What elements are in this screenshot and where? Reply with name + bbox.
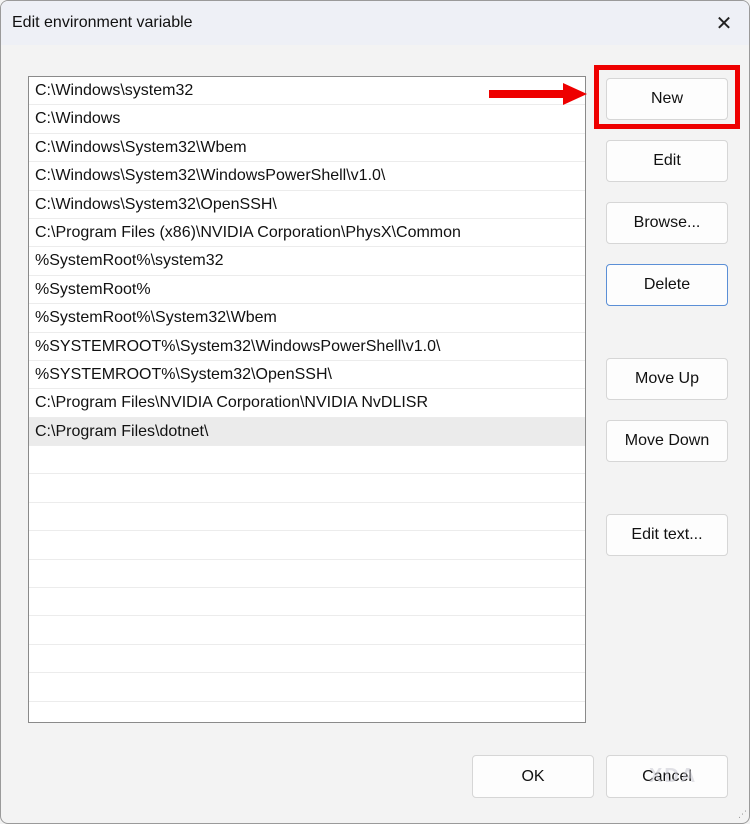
empty-list-row[interactable] — [29, 560, 585, 589]
xda-watermark-logo: XDA — [649, 765, 698, 787]
new-button-highlight-box — [594, 65, 740, 129]
list-item[interactable]: C:\Program Files\dotnet\ — [29, 417, 585, 447]
empty-list-row[interactable] — [29, 616, 585, 645]
empty-list-row[interactable] — [29, 702, 585, 722]
list-item[interactable]: %SystemRoot%\System32\Wbem — [29, 304, 585, 333]
browse-button[interactable]: Browse... — [606, 202, 728, 244]
list-item[interactable]: C:\Program Files\NVIDIA Corporation\NVID… — [29, 389, 585, 418]
edit-environment-variable-dialog: Edit environment variable ✕ C:\Windows\s… — [0, 0, 750, 824]
empty-list-row[interactable] — [29, 531, 585, 560]
ok-button[interactable]: OK — [472, 755, 594, 798]
annotation-arrow — [489, 90, 565, 98]
dialog-title: Edit environment variable — [12, 14, 193, 31]
empty-list-row[interactable] — [29, 474, 585, 503]
empty-list-row[interactable] — [29, 446, 585, 475]
resize-grip-icon[interactable]: ⋰ — [738, 809, 747, 820]
list-item[interactable]: C:\Program Files (x86)\NVIDIA Corporatio… — [29, 219, 585, 248]
list-item[interactable]: %SYSTEMROOT%\System32\WindowsPowerShell\… — [29, 333, 585, 361]
empty-list-row[interactable] — [29, 673, 585, 702]
empty-list-row[interactable] — [29, 588, 585, 617]
list-item[interactable]: C:\Windows\System32\OpenSSH\ — [29, 191, 585, 219]
close-icon: ✕ — [715, 12, 733, 35]
edit-button[interactable]: Edit — [606, 140, 728, 182]
list-item[interactable]: %SystemRoot% — [29, 276, 585, 305]
title-bar: Edit environment variable ✕ — [1, 1, 749, 45]
edit-text-button[interactable]: Edit text... — [606, 514, 728, 556]
path-list[interactable]: C:\Windows\system32 C:\Windows C:\Windows\… — [28, 76, 586, 723]
delete-button[interactable]: Delete — [606, 264, 728, 306]
arrow-head-icon — [563, 83, 587, 105]
list-item[interactable]: %SystemRoot%\system32 — [29, 247, 585, 276]
list-item[interactable]: C:\Windows — [29, 105, 585, 134]
empty-list-row[interactable] — [29, 503, 585, 532]
empty-list-row[interactable] — [29, 645, 585, 674]
list-item[interactable]: C:\Windows\System32\Wbem — [29, 134, 585, 163]
move-down-button[interactable]: Move Down — [606, 420, 728, 462]
list-item[interactable]: %SYSTEMROOT%\System32\OpenSSH\ — [29, 361, 585, 390]
move-up-button[interactable]: Move Up — [606, 358, 728, 400]
close-button[interactable]: ✕ — [699, 1, 749, 45]
list-item[interactable]: C:\Windows\System32\WindowsPowerShell\v1… — [29, 162, 585, 191]
